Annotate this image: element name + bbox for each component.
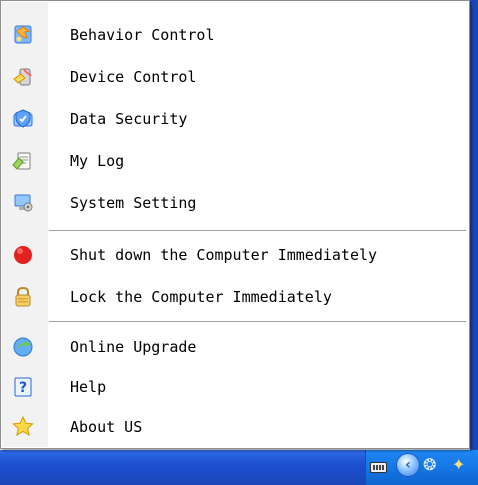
menu-item-label: Behavior Control	[70, 26, 215, 44]
system-setting-icon	[14, 194, 33, 212]
menu-item-label: My Log	[70, 152, 125, 170]
desktop-background	[470, 0, 478, 485]
menu-item-about-us[interactable]: About US	[2, 407, 468, 447]
red-stop-icon	[14, 246, 32, 264]
menu-item-label: Device Control	[70, 68, 197, 86]
menu-item-label: Lock the Computer Immediately	[70, 288, 332, 306]
device-control-icon	[13, 68, 32, 86]
menu-item-system-setting[interactable]: System Setting	[2, 183, 468, 223]
menu-item-label: About US	[70, 418, 143, 436]
star-icon	[12, 415, 34, 437]
menu-item-label: Data Security	[70, 110, 188, 128]
online-upgrade-icon	[13, 337, 33, 357]
data-security-icon	[13, 109, 33, 128]
tray-app-icon[interactable]: ✦	[452, 455, 476, 479]
tray-context-menu: Behavior Control Device Control Data Sec…	[0, 0, 470, 449]
keyboard-icon[interactable]	[370, 462, 387, 473]
menu-item-behavior-control[interactable]: Behavior Control	[2, 15, 468, 55]
menu-item-device-control[interactable]: Device Control	[2, 57, 468, 97]
menu-item-help[interactable]: ? Help	[2, 367, 468, 407]
lock-icon	[15, 286, 31, 307]
menu-separator	[49, 321, 466, 323]
menu-separator	[49, 230, 466, 232]
menu-item-my-log[interactable]: My Log	[2, 141, 468, 181]
menu-item-online-upgrade[interactable]: Online Upgrade	[2, 327, 468, 367]
menu-item-label: Help	[70, 378, 107, 396]
back-arrow-icon[interactable]: ‹	[396, 453, 420, 477]
svg-text:?: ?	[19, 380, 27, 396]
menu-item-lock-computer[interactable]: Lock the Computer Immediately	[2, 277, 468, 317]
network-icon[interactable]: ❂	[423, 455, 447, 479]
menu-item-label: Shut down the Computer Immediately	[70, 246, 378, 264]
menu-item-data-security[interactable]: Data Security	[2, 99, 468, 139]
my-log-icon	[12, 152, 31, 170]
menu-item-shut-down[interactable]: Shut down the Computer Immediately	[2, 235, 468, 275]
help-icon: ?	[14, 377, 32, 397]
behavior-control-icon	[14, 25, 32, 44]
menu-item-label: System Setting	[70, 194, 197, 212]
menu-item-label: Online Upgrade	[70, 338, 197, 356]
